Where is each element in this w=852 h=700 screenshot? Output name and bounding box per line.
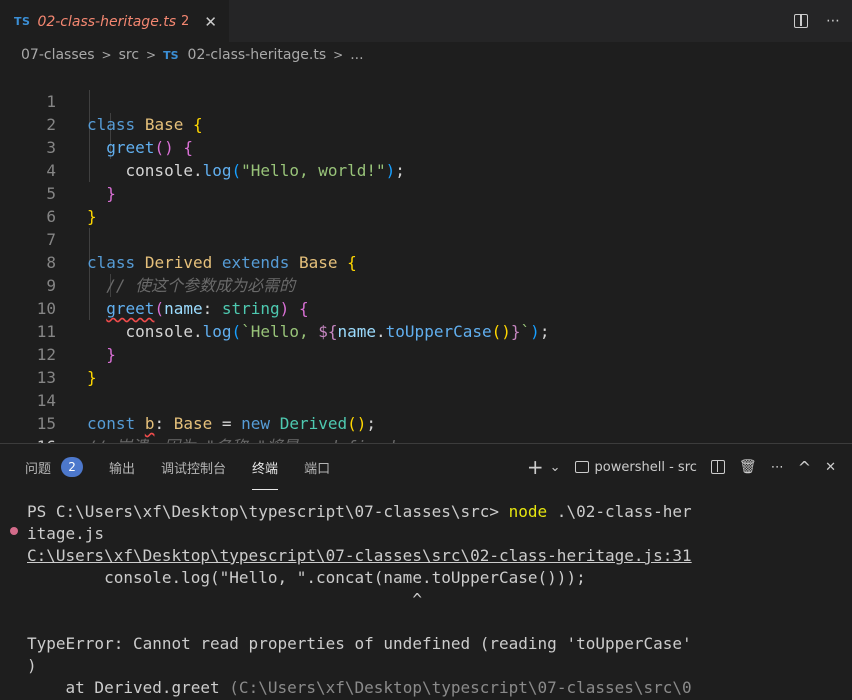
tab-label: 输出 <box>109 461 136 477</box>
code-line: 2 greet() { <box>0 90 852 157</box>
terminal-selector[interactable]: powershell - src <box>574 459 697 475</box>
code-line: 12 } <box>0 320 852 387</box>
more-actions-icon[interactable]: ⋯ <box>826 13 840 29</box>
editor-tab[interactable]: TS 02-class-heritage.ts 2 ✕ <box>0 0 229 42</box>
problems-count-badge: 2 <box>61 457 84 477</box>
command-decoration-icon[interactable] <box>10 527 18 535</box>
tab-ports[interactable]: 端口 <box>304 458 330 477</box>
tab-terminal[interactable]: 终端 <box>252 458 279 490</box>
tab-label: 调试控制台 <box>161 461 227 477</box>
code-line: 4 } <box>0 136 852 203</box>
tab-problems[interactable]: 问题 2 <box>25 457 84 477</box>
code-editor[interactable]: 1 class Base { 2 greet() { 3 console.log… <box>0 67 852 479</box>
more-actions-icon[interactable]: ⋯ <box>771 460 784 475</box>
terminal-line: ) <box>27 656 37 675</box>
tab-debug-console[interactable]: 调试控制台 <box>161 458 226 477</box>
tab-actions: ⋯ <box>794 0 852 42</box>
split-editor-icon[interactable] <box>794 14 808 28</box>
terminal-line: PS C:\Users\xf\Desktop\typescript\07-cla… <box>27 501 692 523</box>
typescript-file-icon: TS <box>14 15 31 28</box>
typescript-file-icon: TS <box>163 48 179 62</box>
add-terminal-icon[interactable]: + <box>527 455 544 479</box>
code-line: 16 b.greet(); <box>0 412 852 479</box>
code-line: 8 // 使这个参数成为必需的 <box>0 228 852 295</box>
code-line: 13 <box>0 343 852 387</box>
tab-label: 端口 <box>304 461 331 477</box>
split-terminal-icon[interactable] <box>710 460 725 474</box>
breadcrumb-file[interactable]: 02-class-heritage.ts <box>188 47 327 63</box>
chevron-down-icon[interactable]: ⌄ <box>550 460 561 475</box>
terminal-file-link[interactable]: C:\Users\xf\Desktop\typescript\07-classe… <box>27 545 692 567</box>
breadcrumb-symbol[interactable]: ... <box>350 47 363 63</box>
code-line: 6 <box>0 182 852 226</box>
tab-output[interactable]: 输出 <box>109 458 135 477</box>
code-line: 10 console.log(`Hello, ${name.toUpperCas… <box>0 274 852 341</box>
chevron-right-icon: > <box>333 48 344 62</box>
trash-icon[interactable]: 🗑 <box>739 459 757 475</box>
terminal-line: at Derived.greet (C:\Users\xf\Desktop\ty… <box>27 677 692 699</box>
terminal-icon <box>574 461 589 473</box>
close-panel-icon[interactable]: ✕ <box>825 460 836 475</box>
code-line: 1 class Base { <box>0 67 852 134</box>
bottom-panel: 问题 2 输出 调试控制台 终端 端口 + ⌄ powershell - src… <box>0 443 852 700</box>
chevron-right-icon: > <box>146 48 157 62</box>
terminal-error: TypeError: Cannot read properties of und… <box>27 634 692 653</box>
tab-problem-count: 2 <box>181 14 190 29</box>
chevron-right-icon: > <box>101 48 112 62</box>
terminal-output[interactable]: PS C:\Users\xf\Desktop\typescript\07-cla… <box>0 497 852 700</box>
code-line: 11 } <box>0 297 852 364</box>
terminal-line: ^ <box>27 590 422 609</box>
code-line: 7 class Derived extends Base { <box>0 205 852 272</box>
breadcrumb-subfolder[interactable]: src <box>119 47 139 63</box>
panel-tab-bar: 问题 2 输出 调试控制台 终端 端口 + ⌄ powershell - src… <box>0 444 852 490</box>
tab-label: 终端 <box>252 461 279 477</box>
stack-frame: at Derived.greet <box>27 678 230 697</box>
editor-tab-bar: TS 02-class-heritage.ts 2 ✕ ⋯ <box>0 0 852 42</box>
panel-actions: + ⌄ powershell - src 🗑 ⋯ ^ ✕ <box>527 455 852 479</box>
terminal-name: powershell - src <box>594 459 697 475</box>
tab-label: 问题 <box>25 461 52 477</box>
terminal-argument: .\02-class-her <box>547 502 692 521</box>
stack-frame-path: (C:\Users\xf\Desktop\typescript\07-class… <box>229 678 692 697</box>
tab-title: 02-class-heritage.ts <box>37 13 177 30</box>
code-line: 9 greet(name: string) { <box>0 251 852 318</box>
breadcrumb: 07-classes > src > TS 02-class-heritage.… <box>0 42 852 68</box>
maximize-panel-icon[interactable]: ^ <box>798 458 811 477</box>
terminal-command: node <box>508 502 548 521</box>
terminal-prompt: PS C:\Users\xf\Desktop\typescript\07-cla… <box>27 502 509 521</box>
terminal-line: itage.js <box>27 524 105 543</box>
code-line: 3 console.log("Hello, world!"); <box>0 113 852 180</box>
breadcrumb-folder[interactable]: 07-classes <box>21 47 95 63</box>
terminal-line: console.log("Hello, ".concat(name.toUppe… <box>27 568 586 587</box>
code-line: 5 } <box>0 159 852 226</box>
code-line: 15 // 崩溃，因为 "名称 "将是 undefined。 <box>0 389 852 456</box>
code-line: 14 const b: Base = new Derived(); <box>0 366 852 433</box>
close-icon[interactable]: ✕ <box>204 13 217 31</box>
